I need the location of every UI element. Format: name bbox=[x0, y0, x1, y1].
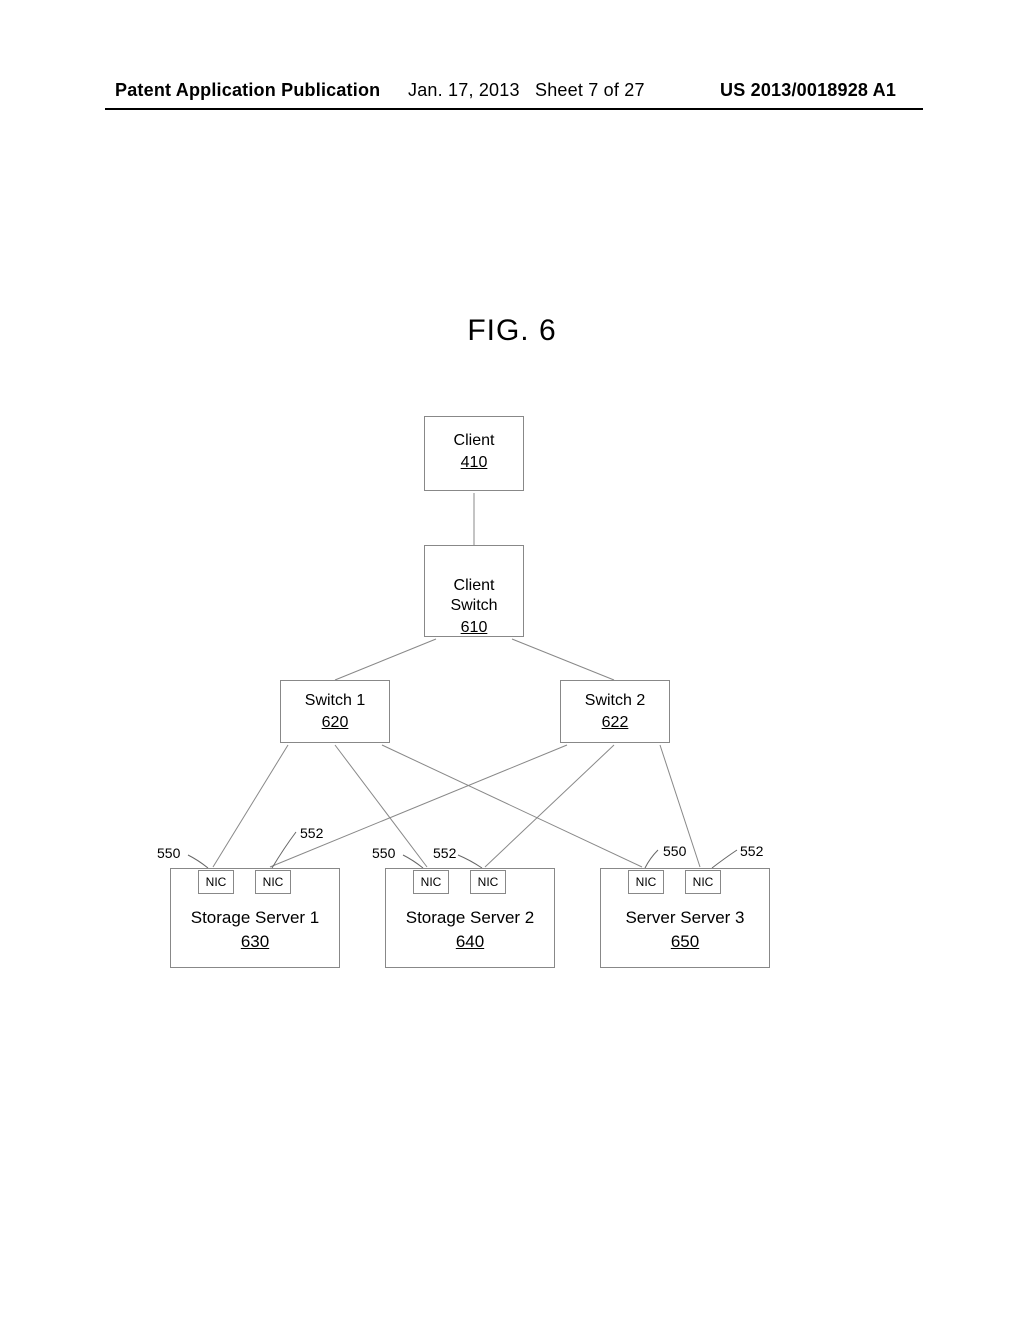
switch2-ref: 622 bbox=[561, 713, 669, 733]
switch1-box: Switch 1 620 bbox=[280, 680, 390, 743]
switch2-label: Switch 2 bbox=[585, 692, 645, 709]
client-switch-box: Client Switch 610 bbox=[424, 545, 524, 637]
figure-title: FIG. 6 bbox=[0, 314, 1024, 348]
callout-550-s3: 550 bbox=[663, 843, 686, 859]
server1-nic2: NIC bbox=[255, 870, 291, 894]
header-sheet: Sheet 7 of 27 bbox=[535, 80, 645, 101]
switch1-ref: 620 bbox=[281, 713, 389, 733]
server1-nic1: NIC bbox=[198, 870, 234, 894]
server3-nic2: NIC bbox=[685, 870, 721, 894]
server3-ref: 650 bbox=[600, 932, 770, 952]
callout-552-s3: 552 bbox=[740, 843, 763, 859]
client-box: Client 410 bbox=[424, 416, 524, 491]
header-publication: Patent Application Publication bbox=[115, 80, 380, 101]
client-switch-ref: 610 bbox=[425, 618, 523, 638]
callout-552-s2: 552 bbox=[433, 845, 456, 861]
server2-nic2: NIC bbox=[470, 870, 506, 894]
server3-label: Server Server 3 650 bbox=[600, 908, 770, 952]
callout-552-s1: 552 bbox=[300, 825, 323, 841]
switch1-label: Switch 1 bbox=[305, 692, 365, 709]
client-label: Client bbox=[454, 432, 495, 449]
server1-label: Storage Server 1 630 bbox=[170, 908, 340, 952]
callout-550-s1: 550 bbox=[157, 845, 180, 861]
server1-name: Storage Server 1 bbox=[191, 908, 320, 927]
header-rule bbox=[105, 108, 923, 110]
switch2-box: Switch 2 622 bbox=[560, 680, 670, 743]
header-pubnum: US 2013/0018928 A1 bbox=[720, 80, 896, 101]
server3-nic1: NIC bbox=[628, 870, 664, 894]
header-date: Jan. 17, 2013 bbox=[408, 80, 520, 101]
server2-label: Storage Server 2 640 bbox=[385, 908, 555, 952]
client-switch-label: Client Switch bbox=[450, 577, 497, 614]
server2-nic1: NIC bbox=[413, 870, 449, 894]
callout-550-s2: 550 bbox=[372, 845, 395, 861]
client-ref: 410 bbox=[425, 453, 523, 473]
server2-ref: 640 bbox=[385, 932, 555, 952]
server3-name: Server Server 3 bbox=[625, 908, 744, 927]
server1-ref: 630 bbox=[170, 932, 340, 952]
server2-name: Storage Server 2 bbox=[406, 908, 535, 927]
